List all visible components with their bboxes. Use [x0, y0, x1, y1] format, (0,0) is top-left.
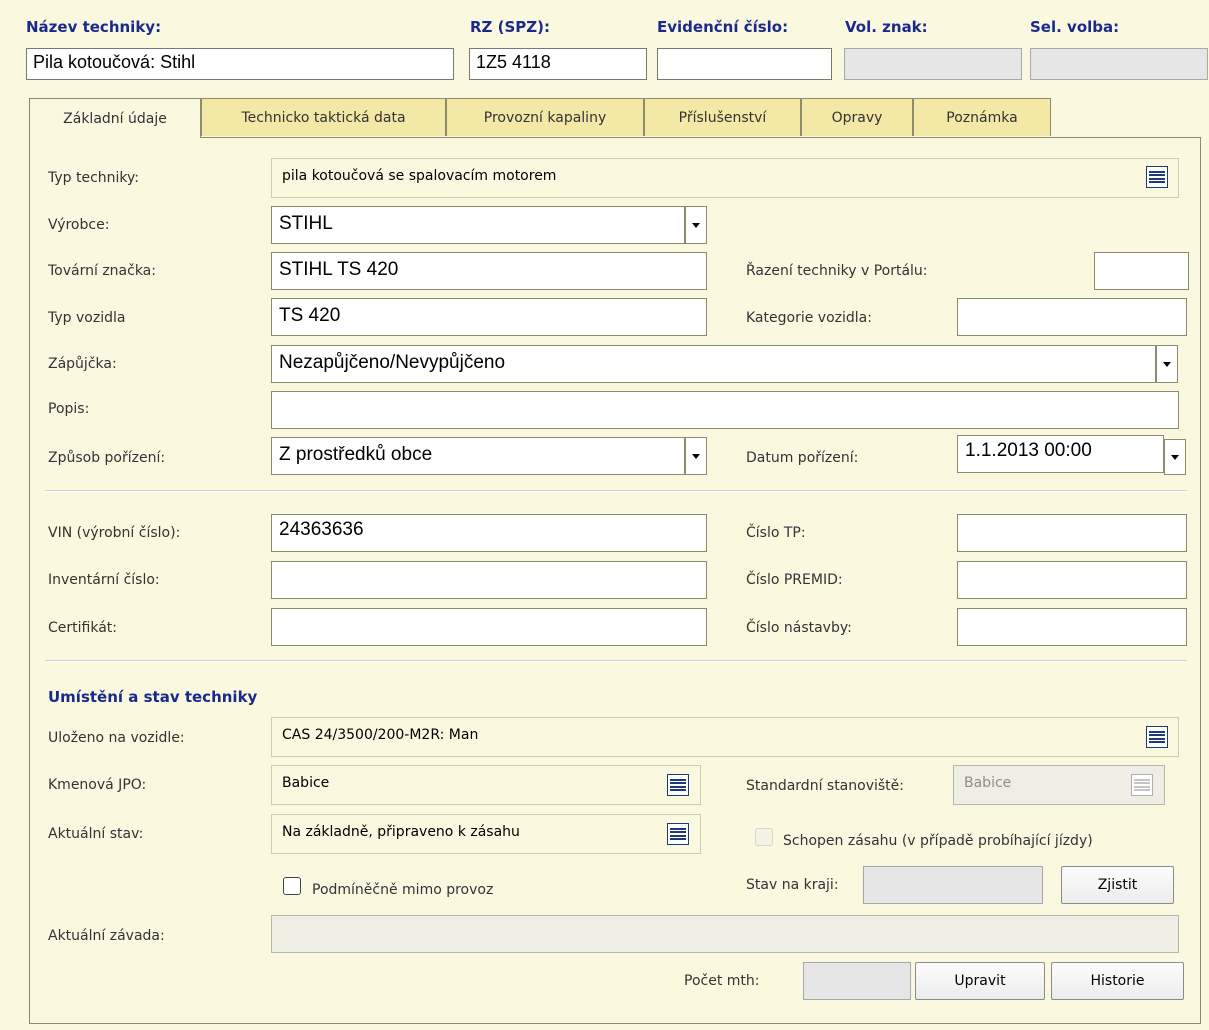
zpusob-label: Způsob pořízení:	[48, 450, 166, 466]
certifikat-label: Certifikát:	[48, 620, 117, 636]
vin-label: VIN (výrobní číslo):	[48, 525, 181, 541]
zpusob-dropdown-icon[interactable]	[685, 437, 707, 475]
vyrobce-select[interactable]: STIHL	[271, 206, 685, 244]
evid-label: Evidenční číslo:	[657, 18, 789, 36]
razeni-label: Řazení techniky v Portálu:	[746, 263, 928, 279]
datum-label: Datum pořízení:	[746, 450, 859, 466]
popis-label: Popis:	[48, 401, 90, 417]
historie-button[interactable]: Historie	[1051, 962, 1184, 1000]
zavada-label: Aktuální závada:	[48, 928, 165, 944]
upravit-button[interactable]: Upravit	[915, 962, 1045, 1000]
kategorie-label: Kategorie vozidla:	[746, 310, 872, 326]
tovarni-znacka-label: Tovární značka:	[48, 263, 156, 279]
ulozeno-picker-icon[interactable]	[1146, 726, 1168, 748]
inventarni-label: Inventární číslo:	[48, 572, 160, 588]
datum-input[interactable]: 1.1.2013 00:00	[957, 435, 1164, 473]
tab-provozni-kapaliny[interactable]: Provozní kapaliny	[446, 98, 644, 136]
certifikat-input[interactable]	[271, 608, 707, 646]
typ-techniky-label: Typ techniky:	[48, 170, 140, 186]
kategorie-input[interactable]	[957, 298, 1187, 336]
nazev-input[interactable]: Pila kotoučová: Stihl	[26, 48, 454, 80]
schopen-label: Schopen zásahu (v případě probíhající jí…	[783, 833, 1093, 849]
podminecne-checkbox[interactable]	[283, 877, 301, 895]
tab-zakladni-udaje[interactable]: Základní údaje	[29, 98, 201, 138]
premid-input[interactable]	[957, 561, 1187, 599]
aktualni-stav-field: Na základně, připraveno k zásahu	[271, 814, 701, 854]
sel-label: Sel. volba:	[1030, 18, 1120, 36]
vol-input	[844, 48, 1022, 80]
typ-techniky-picker-icon[interactable]	[1146, 166, 1168, 188]
nazev-label: Název techniky:	[26, 18, 162, 36]
kmenova-picker-icon[interactable]	[667, 774, 689, 796]
tab-poznamka[interactable]: Poznámka	[913, 98, 1051, 136]
standardni-label: Standardní stanoviště:	[746, 778, 904, 794]
zapujcka-dropdown-icon[interactable]	[1156, 345, 1178, 383]
nastavba-label: Číslo nástavby:	[746, 620, 852, 636]
stav-kraj-label: Stav na kraji:	[746, 877, 839, 893]
rz-label: RZ (SPZ):	[470, 18, 551, 36]
nastavba-input[interactable]	[957, 608, 1187, 646]
razeni-input[interactable]	[1094, 252, 1189, 290]
aktualni-stav-label: Aktuální stav:	[48, 826, 144, 842]
tab-opravy[interactable]: Opravy	[801, 98, 913, 136]
vol-label: Vol. znak:	[845, 18, 928, 36]
ulozeno-label: Uloženo na vozidle:	[48, 730, 185, 746]
rz-input[interactable]: 1Z5 4118	[469, 48, 647, 80]
cislo-tp-input[interactable]	[957, 514, 1187, 552]
typ-techniky-field: pila kotoučová se spalovacím motorem	[271, 158, 1179, 198]
vyrobce-dropdown-icon[interactable]	[685, 206, 707, 244]
datum-dropdown-icon[interactable]	[1164, 439, 1186, 475]
tab-technicko-takticka-data[interactable]: Technicko taktická data	[201, 98, 446, 136]
ulozeno-field: CAS 24/3500/200-M2R: Man	[271, 717, 1179, 757]
cislo-tp-label: Číslo TP:	[746, 525, 806, 541]
divider-2	[45, 660, 1187, 662]
sel-input	[1030, 48, 1208, 80]
zavada-input	[271, 915, 1179, 953]
kmenova-field: Babice	[271, 765, 701, 805]
pocet-mth-label: Počet mth:	[684, 973, 760, 989]
premid-label: Číslo PREMID:	[746, 572, 843, 588]
divider-1	[45, 490, 1187, 492]
inventarni-input[interactable]	[271, 561, 707, 599]
umisteni-section-title: Umístění a stav techniky	[48, 688, 258, 706]
schopen-checkbox	[755, 828, 773, 846]
tovarni-znacka-input[interactable]: STIHL TS 420	[271, 252, 707, 290]
standardni-picker-icon	[1131, 774, 1153, 796]
vyrobce-label: Výrobce:	[48, 217, 110, 233]
typ-vozidla-input[interactable]: TS 420	[271, 298, 707, 336]
kmenova-label: Kmenová JPO:	[48, 777, 147, 793]
vin-input[interactable]: 24363636	[271, 514, 707, 552]
typ-vozidla-label: Typ vozidla	[48, 310, 126, 326]
podminecne-label: Podmíněčně mimo provoz	[312, 882, 494, 898]
zjistit-button[interactable]: Zjistit	[1061, 866, 1174, 904]
popis-input[interactable]	[271, 391, 1179, 429]
zapujcka-label: Zápůjčka:	[48, 356, 117, 372]
pocet-mth-input	[803, 962, 911, 1000]
tab-prislusenstvi[interactable]: Příslušenství	[644, 98, 801, 136]
evid-input[interactable]	[657, 48, 832, 80]
stav-kraj-input	[863, 866, 1043, 904]
aktualni-stav-picker-icon[interactable]	[667, 823, 689, 845]
zpusob-select[interactable]: Z prostředků obce	[271, 437, 685, 475]
zapujcka-select[interactable]: Nezapůjčeno/Nevypůjčeno	[271, 345, 1156, 383]
